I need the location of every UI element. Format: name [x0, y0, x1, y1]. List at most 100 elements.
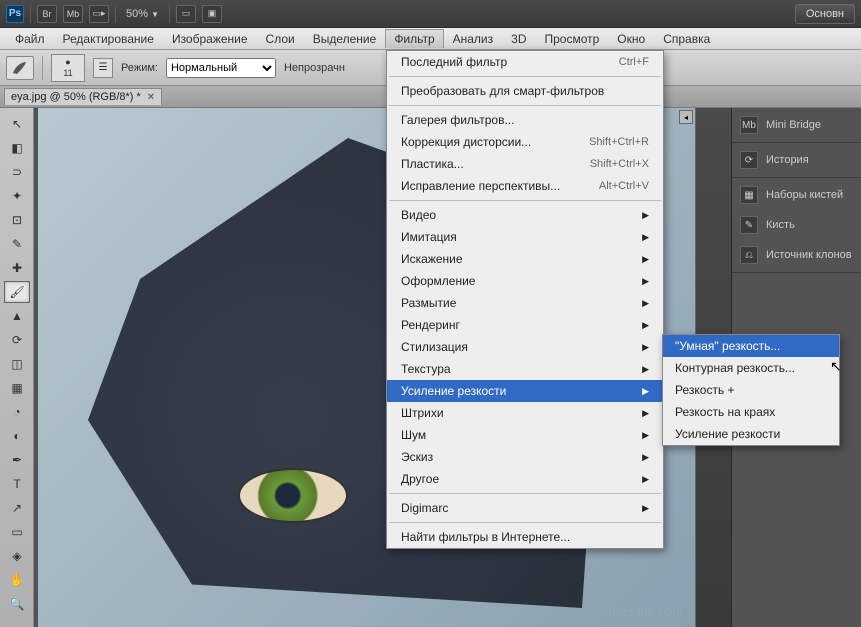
- menu-item-label: Преобразовать для смарт-фильтров: [401, 84, 604, 98]
- menu-separator: [389, 105, 661, 106]
- panel-источник-клонов[interactable]: ⎌Источник клонов: [732, 240, 861, 270]
- tool-pen[interactable]: ✒: [4, 449, 30, 471]
- panel-label: Наборы кистей: [766, 189, 843, 201]
- panel-история[interactable]: ⟳История: [732, 145, 861, 175]
- submenu-arrow-icon: ▶: [642, 408, 649, 419]
- collapse-panels-icon[interactable]: ◂: [679, 110, 693, 124]
- tool-eyedropper[interactable]: ✎: [4, 233, 30, 255]
- menu-фильтр[interactable]: Фильтр: [385, 29, 443, 48]
- document-title: eya.jpg @ 50% (RGB/8*) *: [11, 91, 141, 103]
- brush-preset-picker[interactable]: ● 11: [51, 54, 85, 82]
- menu-item-эскиз[interactable]: Эскиз▶: [387, 446, 663, 468]
- zoom-level[interactable]: 50% ▼: [122, 8, 163, 20]
- menu-item-label: Штрихи: [401, 406, 444, 420]
- layout-icon[interactable]: ▭▸: [89, 5, 109, 23]
- panel-mini-bridge[interactable]: MbMini Bridge: [732, 110, 861, 140]
- menu-item-размытие[interactable]: Размытие▶: [387, 292, 663, 314]
- menu-3d[interactable]: 3D: [502, 29, 535, 49]
- blend-mode-select[interactable]: Нормальный: [166, 58, 276, 78]
- menu-item-галерея-фильтров-[interactable]: Галерея фильтров...: [387, 109, 663, 131]
- tool-preset-picker[interactable]: [6, 56, 34, 80]
- screenmode-icon[interactable]: ▣: [202, 5, 222, 23]
- menu-просмотр[interactable]: Просмотр: [535, 29, 608, 49]
- menu-item-label: Пластика...: [401, 157, 464, 171]
- submenu-arrow-icon: ▶: [642, 452, 649, 463]
- menu-файл[interactable]: Файл: [6, 29, 54, 49]
- menu-item-штрихи[interactable]: Штрихи ▶: [387, 402, 663, 424]
- menu-выделение[interactable]: Выделение: [304, 29, 386, 49]
- tool-eraser[interactable]: ◫: [4, 353, 30, 375]
- menu-item-коррекция-дисторсии-[interactable]: Коррекция дисторсии...Shift+Ctrl+R: [387, 131, 663, 153]
- menu-item-label: Стилизация: [401, 340, 468, 354]
- minibridge-icon[interactable]: Mb: [63, 5, 83, 23]
- submenu-item-контурная-резкость-[interactable]: Контурная резкость...: [663, 357, 839, 379]
- tool-move[interactable]: ↖: [4, 113, 30, 135]
- tool-blur[interactable]: ◔: [4, 401, 30, 423]
- menu-shortcut: Ctrl+F: [619, 56, 649, 68]
- tool-gradient[interactable]: ▦: [4, 377, 30, 399]
- menu-separator: [389, 493, 661, 494]
- close-icon[interactable]: ✕: [147, 92, 155, 103]
- menu-item-digimarc[interactable]: Digimarc▶: [387, 497, 663, 519]
- zoom-value: 50%: [126, 8, 148, 20]
- tool-stamp[interactable]: ▲: [4, 305, 30, 327]
- submenu-item-усиление-резкости[interactable]: Усиление резкости: [663, 423, 839, 445]
- tool-shape[interactable]: ▭: [4, 521, 30, 543]
- tool-crop[interactable]: ⊡: [4, 209, 30, 231]
- menu-слои[interactable]: Слои: [257, 29, 304, 49]
- tool-marquee[interactable]: ◧: [4, 137, 30, 159]
- submenu-item--умная-резкость-[interactable]: "Умная" резкость...: [663, 335, 839, 357]
- document-tab[interactable]: eya.jpg @ 50% (RGB/8*) * ✕: [4, 88, 162, 105]
- tool-hand[interactable]: ✋: [4, 569, 30, 591]
- tool-history[interactable]: ⟳: [4, 329, 30, 351]
- tool-dodge[interactable]: ◐: [4, 425, 30, 447]
- menu-separator: [389, 76, 661, 77]
- tool-3d[interactable]: ◈: [4, 545, 30, 567]
- menu-окно[interactable]: Окно: [608, 29, 654, 49]
- menu-item-рендеринг[interactable]: Рендеринг▶: [387, 314, 663, 336]
- menu-item-видео[interactable]: Видео▶: [387, 204, 663, 226]
- brush-panel-toggle[interactable]: ☰: [93, 58, 113, 78]
- submenu-item-резкость-на-краях[interactable]: Резкость на краях: [663, 401, 839, 423]
- tool-type[interactable]: T: [4, 473, 30, 495]
- submenu-arrow-icon: ▶: [642, 254, 649, 265]
- menu-item-label: Шум: [401, 428, 426, 442]
- tool-zoom[interactable]: 🔍: [4, 593, 30, 615]
- panel-icon: ▦: [740, 186, 758, 204]
- menu-item-label: Оформление: [401, 274, 475, 288]
- menu-редактирование[interactable]: Редактирование: [54, 29, 163, 49]
- menu-изображение[interactable]: Изображение: [163, 29, 257, 49]
- menu-item-искажение[interactable]: Искажение▶: [387, 248, 663, 270]
- menu-item-стилизация[interactable]: Стилизация▶: [387, 336, 663, 358]
- watermark-text: user-life.com: [609, 604, 683, 619]
- tool-heal[interactable]: ✚: [4, 257, 30, 279]
- menu-справка[interactable]: Справка: [654, 29, 719, 49]
- menu-item-пластика-[interactable]: Пластика... Shift+Ctrl+X: [387, 153, 663, 175]
- menu-анализ[interactable]: Анализ: [444, 29, 503, 49]
- menu-item-имитация[interactable]: Имитация▶: [387, 226, 663, 248]
- submenu-item-резкость-[interactable]: Резкость +: [663, 379, 839, 401]
- tool-lasso[interactable]: ⊃: [4, 161, 30, 183]
- app-titlebar: Ps Br Mb ▭▸ 50% ▼ ▭ ▣ Основн: [0, 0, 861, 28]
- menu-item-найти-фильтры-в-интернете-[interactable]: Найти фильтры в Интернете...: [387, 526, 663, 548]
- tool-brush[interactable]: 🖌: [4, 281, 30, 303]
- menu-item-другое[interactable]: Другое▶: [387, 468, 663, 490]
- tool-path[interactable]: ↗: [4, 497, 30, 519]
- menu-item-оформление[interactable]: Оформление▶: [387, 270, 663, 292]
- menu-item-исправление-перспективы-[interactable]: Исправление перспективы...Alt+Ctrl+V: [387, 175, 663, 197]
- menu-item-последний-фильтр[interactable]: Последний фильтрCtrl+F: [387, 51, 663, 73]
- bridge-icon[interactable]: Br: [37, 5, 57, 23]
- menu-item-преобразовать-для-смарт-фильтров[interactable]: Преобразовать для смарт-фильтров: [387, 80, 663, 102]
- menu-shortcut: Shift+Ctrl+X: [590, 158, 649, 170]
- blend-mode-label: Режим:: [121, 62, 158, 74]
- menu-item-шум[interactable]: Шум▶: [387, 424, 663, 446]
- workspace-switcher[interactable]: Основн: [795, 4, 855, 24]
- tool-wand[interactable]: ✦: [4, 185, 30, 207]
- panel-label: Mini Bridge: [766, 119, 821, 131]
- menu-item-усиление-резкости[interactable]: Усиление резкости▶: [387, 380, 663, 402]
- viewextras-icon[interactable]: ▭: [176, 5, 196, 23]
- panel-кисть[interactable]: ✎Кисть: [732, 210, 861, 240]
- menu-item-текстура[interactable]: Текстура▶: [387, 358, 663, 380]
- panel-наборы-кистей[interactable]: ▦ Наборы кистей: [732, 180, 861, 210]
- submenu-arrow-icon: ▶: [642, 386, 649, 397]
